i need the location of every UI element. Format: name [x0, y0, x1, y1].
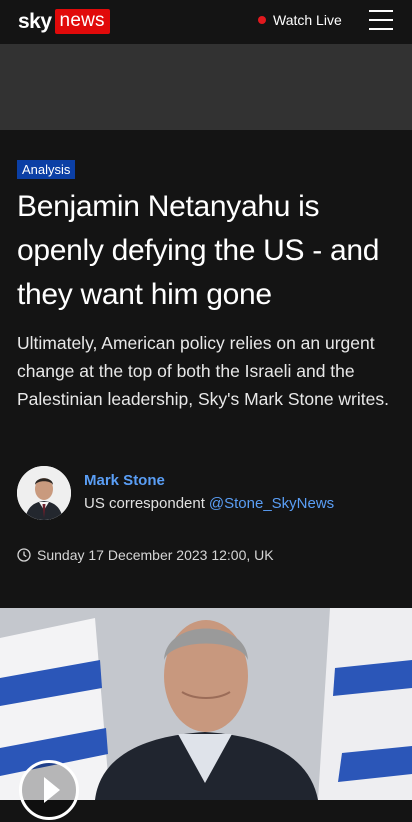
logo-sky-text: sky: [18, 9, 52, 33]
author-name-link[interactable]: Mark Stone: [84, 472, 165, 489]
hamburger-menu-icon[interactable]: [369, 10, 393, 32]
category-badge[interactable]: Analysis: [17, 160, 76, 179]
watch-live-label: Watch Live: [273, 12, 342, 28]
author-role: US correspondent: [84, 495, 205, 512]
author-avatar[interactable]: [17, 466, 71, 520]
publish-date-text: Sunday 17 December 2023 12:00, UK: [37, 547, 274, 563]
article-standfirst: Ultimately, American policy relies on an…: [17, 333, 389, 409]
clock-icon: [17, 548, 31, 562]
video-play-button[interactable]: [19, 760, 79, 820]
play-icon: [44, 777, 60, 803]
logo-news-text: news: [54, 9, 110, 34]
watch-live-link[interactable]: Watch Live: [258, 12, 342, 28]
author-role-line: US correspondent @Stone_SkyNews: [84, 495, 334, 512]
article-header: Analysis Benjamin Netanyahu is openly de…: [0, 130, 412, 608]
article-headline: Benjamin Netanyahu is openly defying the…: [17, 190, 380, 311]
top-navigation-bar: sky news Watch Live: [0, 0, 412, 44]
ad-placeholder-band: [0, 44, 412, 130]
publish-date: Sunday 17 December 2023 12:00, UK: [17, 547, 274, 563]
sky-news-logo[interactable]: sky news: [18, 9, 110, 34]
author-twitter-handle[interactable]: @Stone_SkyNews: [209, 495, 334, 512]
live-dot-icon: [258, 16, 266, 24]
